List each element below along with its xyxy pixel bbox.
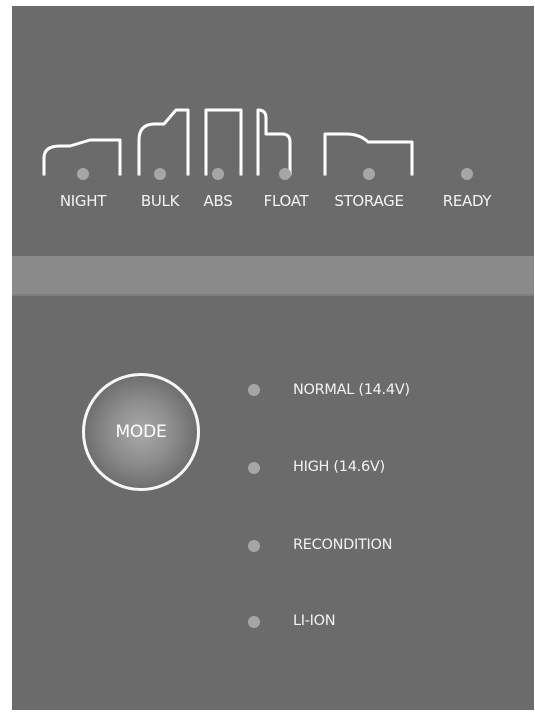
normal-mode-led — [248, 384, 260, 396]
stage-label-float: FLOAT — [263, 192, 309, 210]
li-ion-mode-led — [248, 616, 260, 628]
recondition-mode-led — [248, 540, 260, 552]
high-mode-led — [248, 462, 260, 474]
stage-label-night: NIGHT — [59, 192, 107, 210]
stage-label-abs: ABS — [203, 192, 233, 210]
night-led — [77, 168, 89, 180]
mode-option-li-ion: LI-ION — [293, 613, 336, 629]
mode-button-label: MODE — [115, 422, 167, 442]
ready-led — [461, 168, 473, 180]
charge-curve-icon — [42, 108, 414, 176]
mode-option-normal: NORMAL (14.4V) — [293, 382, 410, 398]
charger-panel: NIGHT BULK ABS FLOAT STORAGE READY MODE … — [12, 6, 534, 710]
mode-button[interactable]: MODE — [82, 373, 200, 491]
abs-led — [212, 168, 224, 180]
storage-led — [363, 168, 375, 180]
float-led — [279, 168, 291, 180]
bulk-led — [154, 168, 166, 180]
stage-label-storage: STORAGE — [334, 192, 404, 210]
mode-option-recondition: RECONDITION — [293, 537, 393, 553]
mode-option-high: HIGH (14.6V) — [293, 459, 385, 475]
stage-label-bulk: BULK — [140, 192, 180, 210]
stage-label-ready: READY — [442, 192, 492, 210]
divider-band — [12, 256, 534, 296]
